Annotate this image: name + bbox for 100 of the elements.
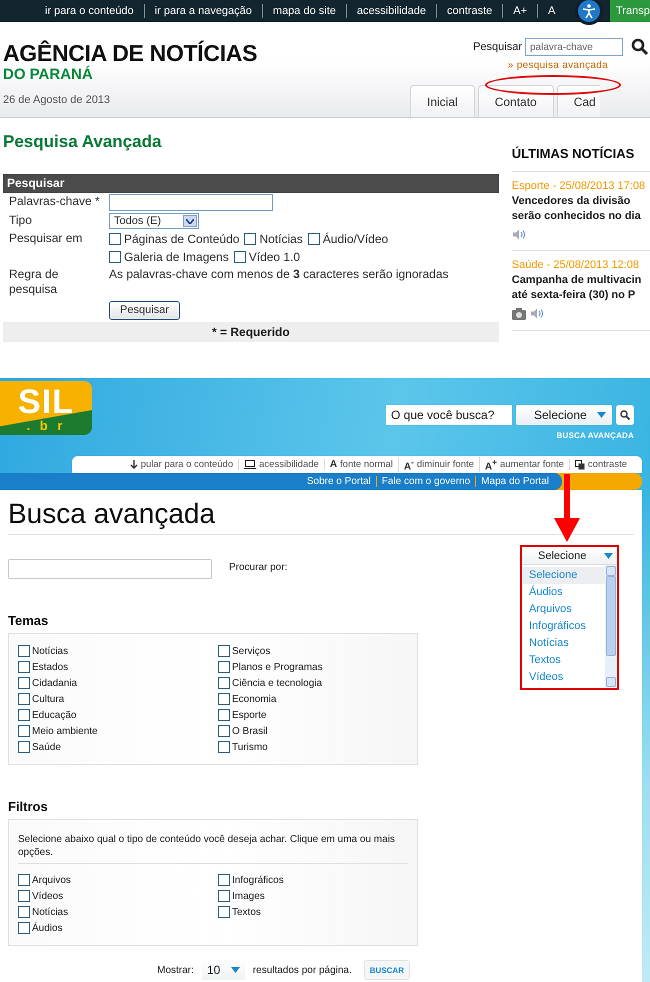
- paging-suffix: resultados por página.: [252, 964, 352, 976]
- speaker-icon[interactable]: [530, 308, 543, 319]
- nav-link[interactable]: mapa do site: [262, 4, 346, 18]
- checkbox[interactable]: [18, 661, 30, 673]
- checkbox[interactable]: [109, 233, 121, 245]
- font-size-glyph: A: [330, 459, 338, 470]
- dropdown-option[interactable]: Infográficos: [522, 618, 605, 635]
- caret-icon: [597, 412, 606, 418]
- checkbox[interactable]: [18, 922, 30, 934]
- option-label: Saúde: [32, 742, 61, 752]
- accessibility-icon[interactable]: [575, 0, 603, 25]
- scrollbar[interactable]: [605, 565, 617, 688]
- checkbox[interactable]: [18, 677, 30, 689]
- nav-link[interactable]: acessibilidade: [346, 4, 436, 18]
- checkbox[interactable]: [109, 251, 121, 263]
- transparency-tab[interactable]: Transp: [610, 0, 650, 22]
- option-label: Ciência e tecnologia: [232, 678, 322, 688]
- nav-link[interactable]: A+: [502, 4, 538, 18]
- news-headline[interactable]: Vencedores da divisão serão conhecidos no dia: [512, 194, 650, 224]
- filters-description: Selecione abaixo qual o tipo de conteúdo você deseja achar. Clique em uma ou mais opções.: [18, 830, 408, 864]
- checkbox[interactable]: [218, 709, 230, 721]
- query-label: Procurar por:: [229, 562, 288, 573]
- checkbox[interactable]: [218, 677, 230, 689]
- search-field[interactable]: O que você busca?: [386, 405, 512, 425]
- dropdown-option[interactable]: Vídeos: [522, 669, 605, 686]
- portal-link[interactable]: Fale com o governo: [376, 476, 476, 487]
- search-button[interactable]: Pesquisar: [109, 300, 180, 320]
- checkbox[interactable]: [18, 890, 30, 902]
- checkbox[interactable]: [18, 906, 30, 918]
- checkbox[interactable]: [218, 874, 230, 886]
- toolbar-link[interactable]: pular para o conteúdo: [124, 459, 238, 470]
- checkbox[interactable]: [18, 709, 30, 721]
- nav-tab[interactable]: Cad: [556, 85, 600, 117]
- date-text: 26 de Agosto de 2013: [3, 94, 112, 106]
- dropdown-option[interactable]: Áudios: [522, 584, 605, 601]
- option-label: Serviços: [232, 646, 270, 656]
- option-label: Infográficos: [232, 874, 284, 886]
- checkbox[interactable]: [234, 251, 246, 263]
- nav-link[interactable]: A: [537, 4, 566, 18]
- dropdown-option[interactable]: Textos: [522, 652, 605, 669]
- option-label: Notícias: [259, 231, 303, 247]
- checkbox[interactable]: [218, 890, 230, 902]
- type-select[interactable]: Todos (E): [109, 213, 199, 229]
- checkbox[interactable]: [218, 725, 230, 737]
- dropdown-option[interactable]: Notícias: [522, 635, 605, 652]
- camera-icon[interactable]: [512, 308, 526, 320]
- font-size-glyph: A$^{-}$: [404, 456, 414, 472]
- nav-link[interactable]: ir para o conteúdo: [35, 4, 144, 18]
- news-headline[interactable]: Campanha de multivacin até sexta-feira (30) no P: [512, 273, 650, 303]
- option-label: Economia: [232, 694, 276, 704]
- checkbox[interactable]: [218, 906, 230, 918]
- keywords-field[interactable]: [109, 194, 273, 211]
- portal-link[interactable]: Sobre o Portal: [302, 476, 376, 487]
- checkbox[interactable]: [218, 693, 230, 705]
- checkbox[interactable]: [218, 645, 230, 657]
- portal-link[interactable]: Mapa do Portal: [475, 476, 554, 487]
- search-button[interactable]: [616, 405, 634, 425]
- checkbox[interactable]: [18, 693, 30, 705]
- nav-link[interactable]: contraste: [436, 4, 502, 18]
- arrow: [552, 474, 582, 542]
- toolbar-link[interactable]: A$^{+}$ aumentar fonte: [478, 456, 569, 472]
- search-icon[interactable]: [631, 38, 649, 56]
- option-label: Estados: [32, 662, 68, 672]
- logo-text: SIL: [18, 384, 74, 418]
- search-field[interactable]: palavra-chave: [525, 38, 623, 56]
- checkbox[interactable]: [218, 661, 230, 673]
- type-select[interactable]: Selecione: [516, 405, 612, 425]
- option-label: Vídeos: [32, 890, 64, 902]
- checkbox[interactable]: [18, 741, 30, 753]
- speaker-icon[interactable]: [512, 229, 525, 240]
- option-label: Vídeo 1.0: [248, 249, 300, 265]
- checkbox[interactable]: [18, 874, 30, 886]
- nav-tab[interactable]: Inicial: [410, 85, 475, 117]
- contrast-icon: [574, 460, 585, 470]
- toolbar-link[interactable]: A fonte normal: [324, 459, 398, 470]
- toolbar-link[interactable]: acessibilidade: [238, 459, 324, 470]
- dropdown-option[interactable]: Arquivos: [522, 601, 605, 618]
- logo-suffix: . b r: [26, 418, 66, 432]
- checkbox[interactable]: [18, 725, 30, 737]
- option-label: Galeria de Imagens: [124, 249, 229, 265]
- nav-link[interactable]: ir para a navegação: [144, 4, 262, 18]
- dropdown-menu[interactable]: Selecione Selecione Áudios Arquivos Infográficos Notícias Textos Vídeos: [520, 545, 619, 690]
- field-label: Regra de pesquisa: [8, 267, 60, 297]
- search-icon: [620, 410, 630, 420]
- checkbox[interactable]: [244, 233, 256, 245]
- font-size-glyph: A$^{+}$: [484, 456, 498, 472]
- toolbar-link[interactable]: A$^{-}$ diminuir fonte: [398, 456, 479, 472]
- checkbox[interactable]: [308, 233, 320, 245]
- section-title: Filtros: [8, 799, 49, 814]
- section-title: ÚLTIMAS NOTÍCIAS: [512, 146, 650, 172]
- nav-tab[interactable]: Contato: [478, 85, 554, 117]
- query-field[interactable]: [8, 559, 212, 579]
- toolbar-link[interactable]: contraste: [568, 459, 632, 470]
- checkbox[interactable]: [218, 741, 230, 753]
- site-subtitle: DO PARANÁ: [3, 66, 94, 84]
- advanced-search-link[interactable]: » pesquisa avançada: [508, 60, 608, 71]
- site-title: AGÊNCIA DE NOTÍCIAS: [3, 41, 258, 66]
- monitor-icon: [244, 460, 256, 469]
- checkbox[interactable]: [18, 645, 30, 657]
- option-label: Notícias: [32, 646, 68, 656]
